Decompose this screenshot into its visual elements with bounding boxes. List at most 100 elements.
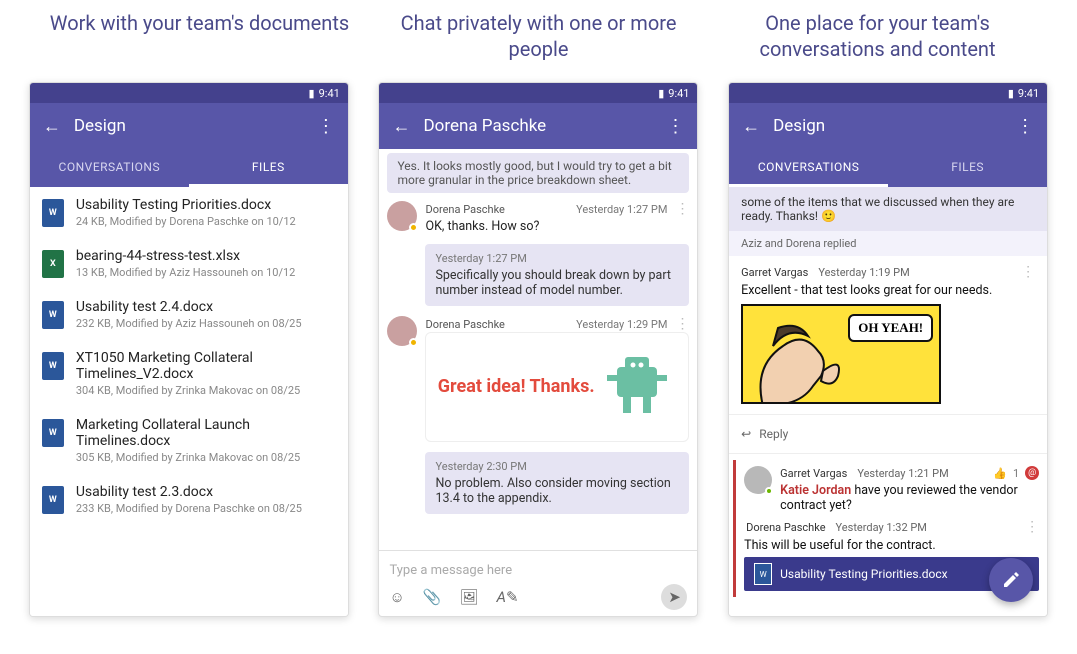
reply-button[interactable]: ↩ Reply bbox=[729, 421, 1047, 447]
quoted-message: some of the items that we discussed when… bbox=[729, 187, 1047, 231]
post-timestamp: Yesterday 1:19 PM bbox=[818, 266, 909, 279]
divider bbox=[729, 414, 1047, 415]
files-list: W Usability Testing Priorities.docx 24 K… bbox=[30, 187, 348, 616]
avatar bbox=[387, 316, 417, 346]
mention-badge-icon: @ bbox=[1025, 466, 1039, 480]
message-partial: Yes. It looks mostly good, but I would t… bbox=[387, 153, 689, 193]
word-icon: W bbox=[754, 563, 772, 585]
file-row[interactable]: W XT1050 Marketing Collateral Timelines_… bbox=[30, 340, 348, 407]
status-bar: ▮ 9:41 bbox=[379, 83, 697, 103]
app-bar: ← Dorena Paschke ⋮ bbox=[379, 103, 697, 149]
avatar bbox=[744, 466, 772, 494]
tab-conversations[interactable]: CONVERSATIONS bbox=[30, 149, 189, 187]
image-button[interactable]: 🖼 bbox=[460, 588, 479, 606]
file-meta: 305 KB, Modified by Zrinka Makovac on 08… bbox=[76, 451, 336, 464]
message-body: Specifically you should break down by pa… bbox=[435, 268, 679, 298]
word-icon: W bbox=[42, 199, 64, 227]
more-menu-button[interactable]: ⋮ bbox=[663, 116, 687, 137]
file-meta: 232 KB, Modified by Aziz Hassouneh on 08… bbox=[76, 317, 302, 330]
more-menu-button[interactable]: ⋮ bbox=[314, 116, 338, 137]
meme-text: OH YEAH! bbox=[848, 314, 933, 342]
message-self[interactable]: Yesterday 2:30 PM No problem. Also consi… bbox=[425, 452, 689, 514]
tab-conversations[interactable]: CONVERSATIONS bbox=[729, 149, 888, 187]
battery-icon: ▮ bbox=[309, 87, 315, 100]
mention[interactable]: Katie Jordan bbox=[780, 483, 851, 498]
more-menu-button[interactable]: ⋮ bbox=[1013, 116, 1037, 137]
file-row[interactable]: W Marketing Collateral Launch Timelines.… bbox=[30, 407, 348, 474]
status-time: 9:41 bbox=[668, 87, 689, 100]
divider bbox=[729, 453, 1047, 454]
thread-timestamp: Yesterday 1:21 PM bbox=[857, 467, 948, 480]
message-timestamp: Yesterday 1:29 PM bbox=[576, 318, 667, 331]
compose-input[interactable]: Type a message here bbox=[389, 557, 687, 584]
compose-icon bbox=[1001, 570, 1021, 590]
post-body: Excellent - that test looks great for ou… bbox=[741, 283, 1035, 298]
message-body: No problem. Also consider moving section… bbox=[435, 476, 679, 506]
appbar-title: Design bbox=[763, 116, 1013, 136]
post-author: Garret Vargas bbox=[741, 266, 808, 279]
phone-conversations: ▮ 9:41 ← Design ⋮ CONVERSATIONS FILES so… bbox=[728, 82, 1048, 617]
like-icon[interactable]: 👍 bbox=[993, 467, 1007, 480]
message-more-button[interactable]: ⋮ bbox=[675, 201, 689, 217]
conversation-scroll[interactable]: some of the items that we discussed when… bbox=[729, 187, 1047, 616]
caption-3: One place for your team's conversations … bbox=[708, 10, 1047, 62]
caption-1: Work with your team's documents bbox=[30, 10, 369, 62]
file-name: Usability Testing Priorities.docx bbox=[76, 197, 296, 213]
thread-body: This will be useful for the contract. bbox=[744, 538, 1039, 553]
thread-message[interactable]: Garret Vargas Yesterday 1:21 PM 👍 1 @ Ka… bbox=[744, 466, 1039, 513]
send-button[interactable]: ➤ bbox=[661, 584, 687, 610]
tab-bar: CONVERSATIONS FILES bbox=[729, 149, 1047, 187]
presence-away-icon bbox=[409, 338, 418, 347]
attach-button[interactable]: 📎 bbox=[423, 588, 442, 606]
status-bar: ▮ 9:41 bbox=[729, 83, 1047, 103]
thread-author: Garret Vargas bbox=[780, 467, 847, 480]
message-row[interactable]: Dorena Paschke Yesterday 1:27 PM ⋮ OK, t… bbox=[387, 201, 689, 234]
file-name: XT1050 Marketing Collateral Timelines_V2… bbox=[76, 350, 336, 382]
appbar-title: Dorena Paschke bbox=[413, 116, 663, 136]
sticker-text: Great idea! Thanks. bbox=[438, 377, 595, 397]
message-self[interactable]: Yesterday 1:27 PM Specifically you shoul… bbox=[425, 244, 689, 306]
post-more-button[interactable]: ⋮ bbox=[1021, 264, 1035, 280]
file-row[interactable]: W Usability test 2.3.docx 233 KB, Modifi… bbox=[30, 474, 348, 525]
attachment-name: Usability Testing Priorities.docx bbox=[780, 567, 947, 581]
app-bar: ← Design ⋮ bbox=[729, 103, 1047, 149]
file-name: bearing-44-stress-test.xlsx bbox=[76, 248, 296, 264]
caption-2: Chat privately with one or more people bbox=[369, 10, 708, 62]
format-button[interactable]: A✎ bbox=[497, 588, 519, 606]
message-timestamp: Yesterday 2:30 PM bbox=[435, 460, 679, 473]
chat-scroll[interactable]: Yes. It looks mostly good, but I would t… bbox=[379, 149, 697, 550]
thread-author: Dorena Paschke bbox=[746, 521, 825, 534]
excel-icon: X bbox=[42, 250, 64, 278]
message-more-button[interactable]: ⋮ bbox=[675, 316, 689, 332]
status-bar: ▮ 9:41 bbox=[30, 83, 348, 103]
file-meta: 233 KB, Modified by Dorena Paschke on 08… bbox=[76, 502, 302, 515]
file-name: Usability test 2.4.docx bbox=[76, 299, 302, 315]
file-row[interactable]: W Usability Testing Priorities.docx 24 K… bbox=[30, 187, 348, 238]
message-timestamp: Yesterday 1:27 PM bbox=[435, 252, 679, 265]
back-button[interactable]: ← bbox=[389, 116, 413, 137]
file-name: Usability test 2.3.docx bbox=[76, 484, 302, 500]
reply-icon: ↩ bbox=[741, 427, 751, 441]
tab-files[interactable]: FILES bbox=[888, 149, 1047, 187]
file-meta: 24 KB, Modified by Dorena Paschke on 10/… bbox=[76, 215, 296, 228]
back-button[interactable]: ← bbox=[40, 116, 64, 137]
presence-online-icon bbox=[765, 487, 773, 495]
tab-files[interactable]: FILES bbox=[189, 149, 348, 187]
tab-bar: CONVERSATIONS FILES bbox=[30, 149, 348, 187]
back-button[interactable]: ← bbox=[739, 116, 763, 137]
replies-summary[interactable]: Aziz and Dorena replied bbox=[729, 231, 1047, 256]
message-row[interactable]: Dorena Paschke Yesterday 1:29 PM ⋮ Great… bbox=[387, 316, 689, 442]
new-post-fab[interactable] bbox=[989, 558, 1033, 602]
meme-image: OH YEAH! bbox=[741, 304, 941, 404]
message-author: Dorena Paschke bbox=[425, 203, 504, 216]
reply-label: Reply bbox=[759, 427, 788, 441]
file-meta: 304 KB, Modified by Zrinka Makovac on 08… bbox=[76, 384, 336, 397]
file-row[interactable]: X bearing-44-stress-test.xlsx 13 KB, Mod… bbox=[30, 238, 348, 289]
emoji-button[interactable]: ☺ bbox=[389, 588, 404, 606]
message-timestamp: Yesterday 1:27 PM bbox=[576, 203, 667, 216]
post[interactable]: Garret Vargas Yesterday 1:19 PM ⋮ Excell… bbox=[729, 256, 1047, 408]
message-body: OK, thanks. How so? bbox=[425, 219, 689, 234]
word-icon: W bbox=[42, 352, 64, 380]
file-row[interactable]: W Usability test 2.4.docx 232 KB, Modifi… bbox=[30, 289, 348, 340]
thread-more-button[interactable]: ⋮ bbox=[1025, 519, 1039, 535]
